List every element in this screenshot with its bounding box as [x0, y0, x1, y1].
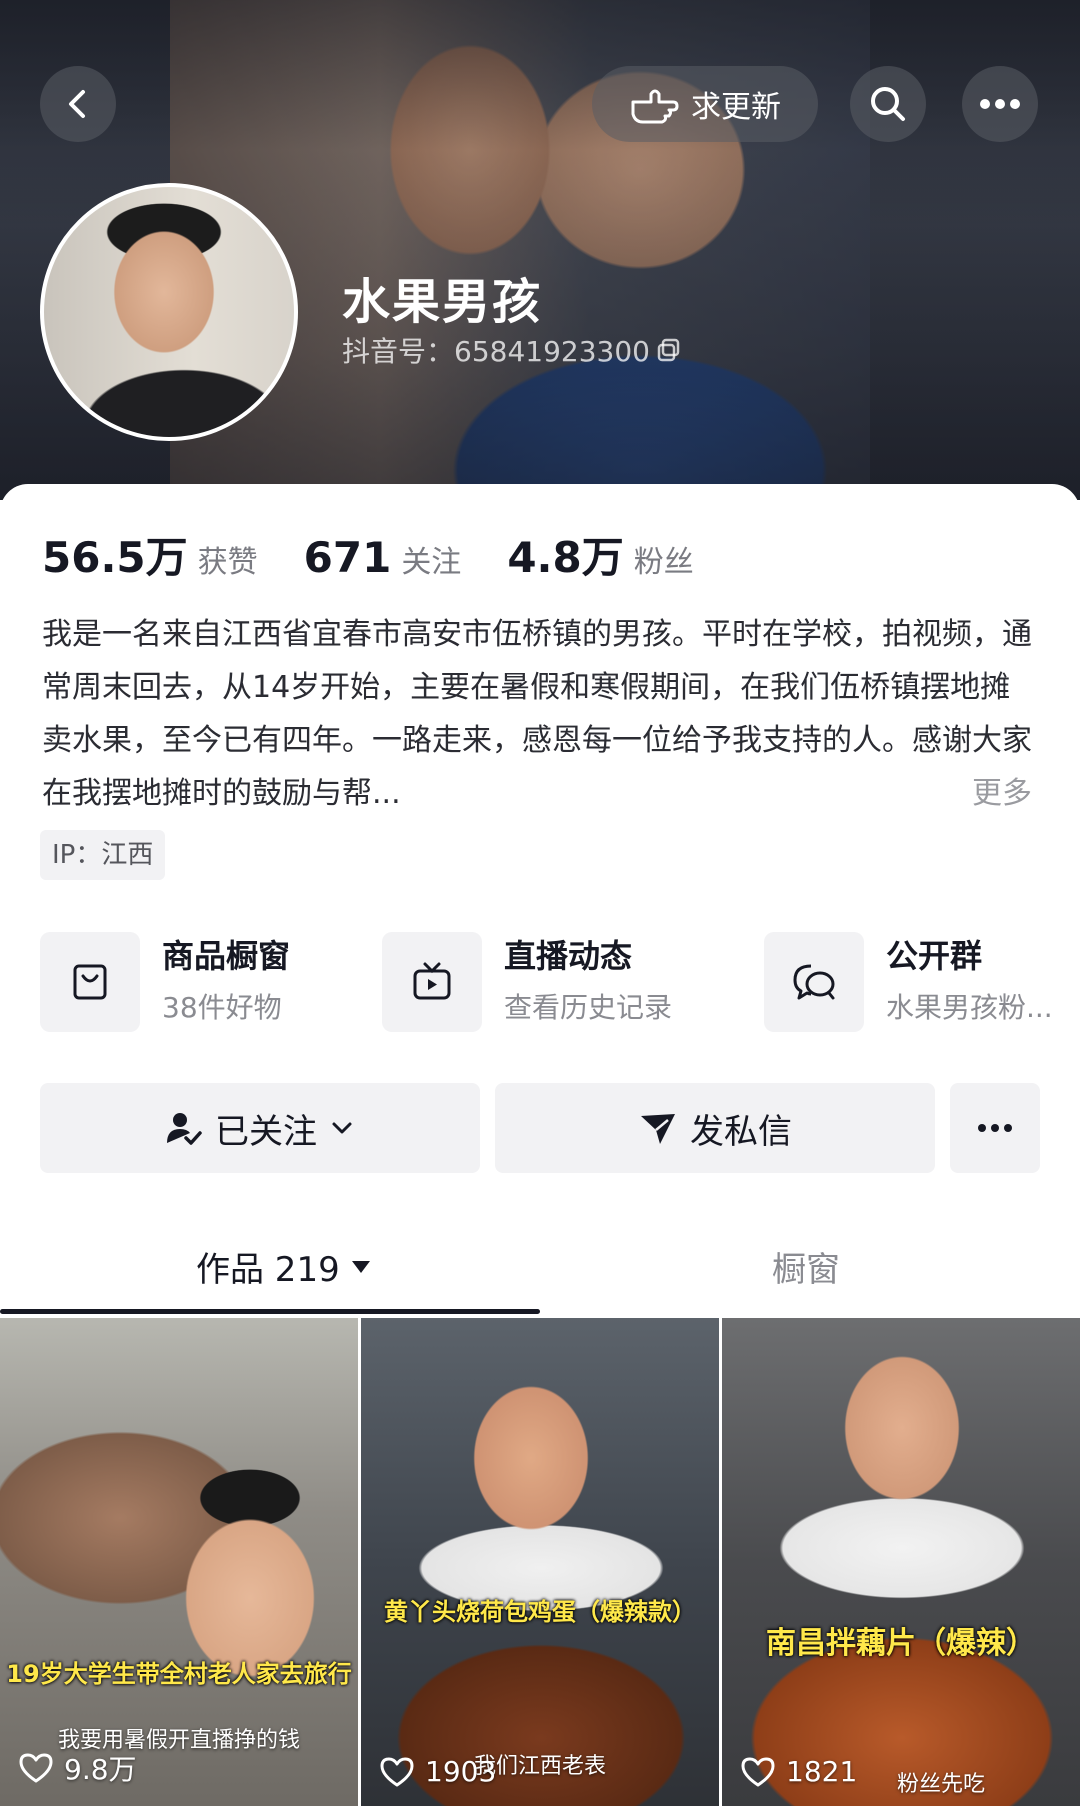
copy-icon[interactable] — [656, 337, 682, 363]
action-more-button[interactable] — [950, 1083, 1040, 1173]
entry-title: 公开群 — [886, 937, 983, 975]
video-item[interactable]: 19岁大学生带全村老人家去旅行 我要用暑假开直播挣的钱 9.8万 — [0, 1318, 358, 1806]
video-likes-count: 1903 — [425, 1755, 497, 1788]
shopping-bag-icon — [73, 964, 107, 1000]
entry-public-group[interactable]: 公开群 水果男孩粉... — [764, 932, 1053, 1032]
tab-indicator — [0, 1309, 540, 1314]
search-button[interactable] — [850, 66, 926, 142]
pointing-hand-icon — [631, 89, 679, 124]
entry-title: 直播动态 — [504, 937, 633, 975]
entry-shop-window[interactable]: 商品橱窗 38件好物 — [40, 932, 290, 1032]
entry-subtitle: 水果男孩粉... — [886, 991, 1053, 1024]
video-likes: 1821 — [740, 1755, 857, 1788]
followed-button[interactable]: 已关注 — [40, 1083, 480, 1173]
bio-more-link[interactable]: 更多 — [972, 767, 1032, 820]
video-item[interactable]: 南昌拌藕片（爆辣） 粉丝先吃 1821 — [722, 1318, 1080, 1806]
entry-live[interactable]: 直播动态 查看历史记录 — [382, 932, 672, 1032]
tab-shop-window[interactable]: 橱窗 — [772, 1242, 840, 1291]
video-caption: 黄丫头烧荷包鸡蛋（爆辣款） — [384, 1598, 696, 1626]
more-dots-icon — [978, 1124, 1012, 1132]
ip-location-tag: IP：江西 — [40, 830, 166, 880]
chat-bubbles-icon — [793, 964, 835, 1000]
entry-subtitle: 38件好物 — [162, 991, 282, 1024]
bio-text: 我是一名来自江西省宜春市高安市伍桥镇的男孩。平时在学校，拍视频，通常周末回去，从… — [42, 617, 1032, 811]
search-icon — [871, 87, 905, 121]
followed-label: 已关注 — [215, 1111, 317, 1152]
tab-works[interactable]: 作品 219 — [196, 1242, 372, 1291]
video-likes-count: 1821 — [786, 1755, 858, 1788]
likes-label: 获赞 — [197, 545, 258, 580]
tab-works-label: 作品 219 — [196, 1250, 340, 1290]
video-likes-count: 9.8万 — [64, 1753, 137, 1786]
entry-title: 商品橱窗 — [162, 937, 291, 975]
entry-icon-box — [764, 932, 864, 1032]
back-button[interactable] — [40, 66, 116, 142]
followers-count[interactable]: 4.8万 — [507, 524, 623, 585]
entry-icon-box — [382, 932, 482, 1032]
request-update-button[interactable]: 求更新 — [592, 66, 818, 142]
following-label: 关注 — [401, 545, 462, 580]
tv-icon — [413, 962, 451, 1000]
request-update-label: 求更新 — [691, 90, 781, 125]
video-likes: 1903 — [379, 1755, 496, 1788]
content-tabs: 作品 219 橱窗 — [0, 1232, 1080, 1312]
video-grid: 19岁大学生带全村老人家去旅行 我要用暑假开直播挣的钱 9.8万 黄丫头烧荷包鸡… — [0, 1318, 1080, 1806]
entry-icon-box — [40, 932, 140, 1032]
stats-row: 56.5万 获赞 671 关注 4.8万 粉丝 — [42, 524, 740, 585]
video-caption: 19岁大学生带全村老人家去旅行 — [6, 1660, 352, 1688]
caret-down-icon — [351, 1260, 370, 1273]
following-count[interactable]: 671 — [304, 533, 392, 582]
video-likes: 9.8万 — [18, 1748, 137, 1788]
entry-subtitle: 查看历史记录 — [504, 991, 673, 1024]
likes-count[interactable]: 56.5万 — [42, 524, 188, 585]
send-message-button[interactable]: 发私信 — [495, 1083, 935, 1173]
followers-label: 粉丝 — [633, 545, 694, 580]
chevron-down-icon — [332, 1122, 352, 1134]
douyin-id-text: 抖音号：65841923300 — [342, 335, 650, 368]
nickname: 水果男孩 — [342, 274, 543, 330]
more-button[interactable] — [962, 66, 1038, 142]
video-caption: 南昌拌藕片（爆辣） — [766, 1626, 1036, 1661]
tab-shop-window-label: 橱窗 — [772, 1250, 840, 1290]
heart-icon — [19, 1753, 53, 1783]
bio[interactable]: 我是一名来自江西省宜春市高安市伍桥镇的男孩。平时在学校，拍视频，通常周末回去，从… — [42, 608, 1032, 820]
paper-plane-icon — [641, 1114, 675, 1144]
video-item[interactable]: 黄丫头烧荷包鸡蛋（爆辣款） 我们江西老表 1903 — [361, 1318, 719, 1806]
chevron-left-icon — [69, 90, 85, 118]
user-check-icon — [167, 1113, 202, 1145]
more-dots-icon — [980, 99, 1020, 109]
send-message-label: 发私信 — [690, 1111, 792, 1152]
douyin-id[interactable]: 抖音号：65841923300 — [342, 330, 682, 370]
heart-icon — [741, 1757, 775, 1786]
avatar[interactable] — [40, 183, 298, 441]
heart-icon — [380, 1757, 414, 1786]
